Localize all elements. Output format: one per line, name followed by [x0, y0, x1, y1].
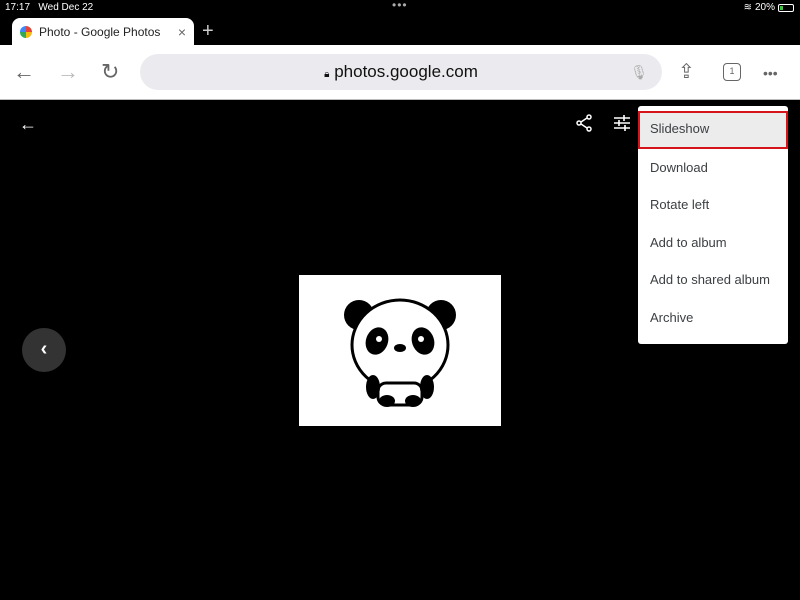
- tab-title: Photo - Google Photos: [39, 25, 161, 39]
- microphone-icon[interactable]: 🎙︎: [630, 54, 648, 90]
- tab-switcher-button[interactable]: 1: [723, 63, 741, 81]
- forward-button[interactable]: →: [57, 59, 79, 85]
- menu-item-add-to-album[interactable]: Add to album: [638, 224, 788, 262]
- status-time: 17:17 Wed Dec 22: [5, 2, 93, 13]
- lock-icon: 🔒︎: [324, 69, 330, 80]
- share-button[interactable]: ⇪: [678, 59, 695, 84]
- google-photos-favicon-icon: [20, 26, 32, 38]
- share-icon[interactable]: [575, 114, 593, 137]
- menu-item-slideshow[interactable]: Slideshow: [638, 111, 788, 149]
- browser-toolbar: ← → ↻ 🔒︎ photos.google.com 🎙︎ ⇪ 1 •••: [0, 45, 800, 100]
- date: Wed Dec 22: [38, 2, 94, 13]
- menu-item-add-to-shared-album[interactable]: Add to shared album: [638, 261, 788, 299]
- status-bar: 17:17 Wed Dec 22 ••• ≋ 20%: [0, 0, 800, 16]
- multitask-dots-icon[interactable]: •••: [392, 0, 408, 12]
- battery-percent: 20%: [754, 2, 775, 13]
- url-text: photos.google.com: [334, 62, 478, 81]
- previous-photo-button[interactable]: ‹: [22, 328, 66, 372]
- back-button[interactable]: ←: [13, 59, 35, 85]
- menu-item-rotate-left[interactable]: Rotate left: [638, 186, 788, 224]
- viewer-back-button[interactable]: ←: [19, 114, 37, 135]
- close-tab-icon[interactable]: ×: [178, 24, 186, 40]
- menu-item-download[interactable]: Download: [638, 149, 788, 187]
- new-tab-button[interactable]: +: [202, 20, 214, 43]
- wifi-icon: ≋: [743, 2, 752, 13]
- address-bar[interactable]: 🔒︎ photos.google.com 🎙︎: [140, 54, 662, 90]
- photo-image: [299, 275, 501, 426]
- edit-adjust-icon[interactable]: [613, 114, 631, 137]
- more-menu-button[interactable]: •••: [763, 65, 778, 81]
- battery-icon: [778, 3, 794, 12]
- status-right: ≋ 20%: [744, 2, 794, 13]
- browser-tab[interactable]: Photo - Google Photos ×: [12, 18, 194, 46]
- menu-item-archive[interactable]: Archive: [638, 299, 788, 337]
- time: 17:17: [5, 2, 31, 13]
- more-options-menu: Slideshow Download Rotate left Add to al…: [638, 106, 788, 344]
- reload-button[interactable]: ↻: [101, 59, 119, 85]
- panda-illustration: [344, 298, 456, 407]
